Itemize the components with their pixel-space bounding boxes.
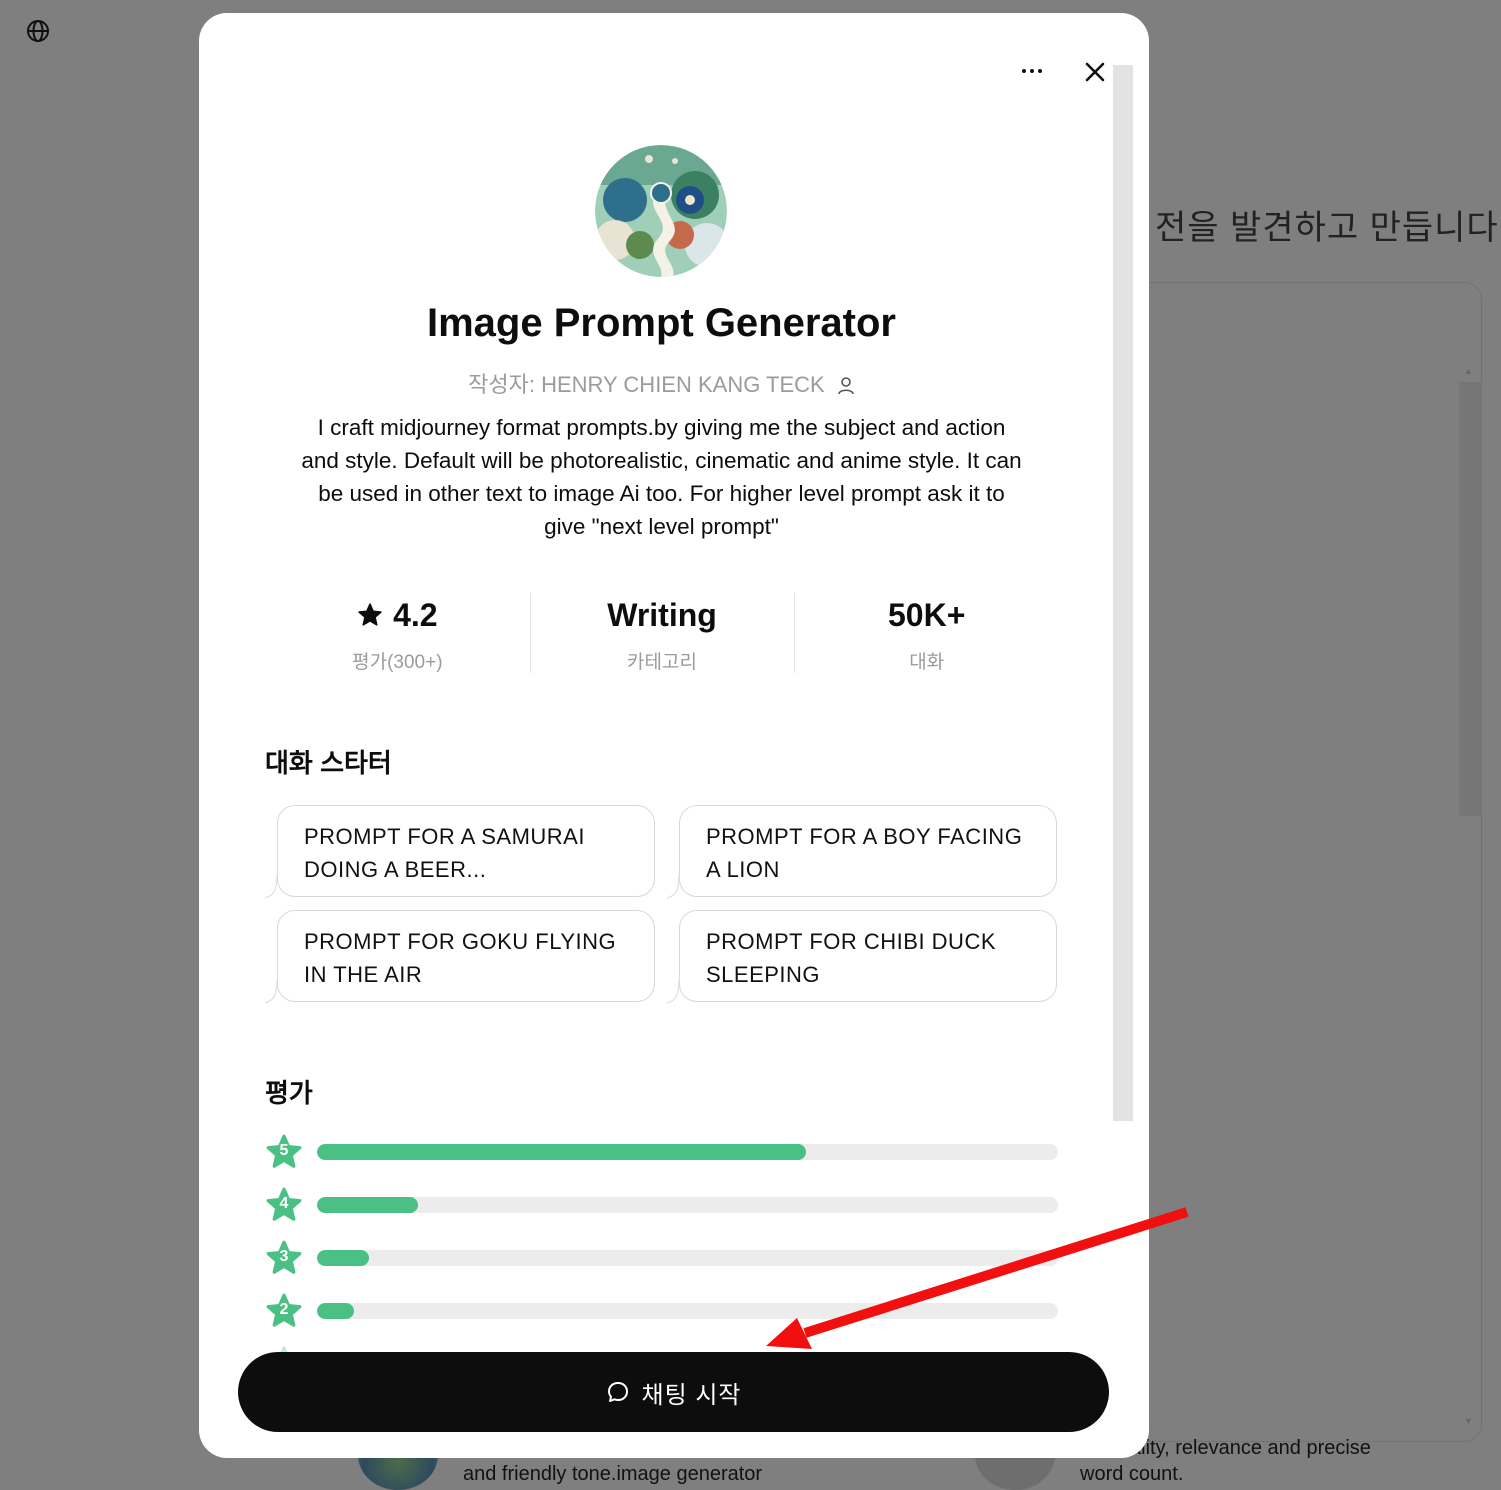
background-panel — [1110, 282, 1482, 1442]
more-options-button[interactable] — [1017, 58, 1047, 84]
stat-rating: 4.2 평가(300+) — [265, 593, 530, 675]
dot — [1030, 69, 1034, 73]
rating-row: 3 — [265, 1239, 1059, 1279]
rating-bar — [317, 1144, 1058, 1160]
gpt-detail-modal: Image Prompt Generator 작성자: HENRY CHIEN … — [199, 13, 1149, 1458]
starter-text[interactable]: PROMPT FOR A BOY FACING A LION — [679, 805, 1057, 897]
rating-star-number: 2 — [279, 1301, 289, 1318]
gpt-title: Image Prompt Generator — [426, 301, 896, 345]
rating-star-number: 3 — [279, 1248, 289, 1265]
stat-label: 평가(300+) — [352, 652, 443, 673]
stat-label: 카테고리 — [627, 652, 697, 673]
stat-value: Writing — [607, 597, 717, 633]
green-star-icon: 4 — [265, 1186, 303, 1224]
close-icon[interactable] — [1081, 58, 1109, 86]
gpt-author: 작성자: HENRY CHIEN KANG TECK — [199, 367, 1124, 399]
background-heading: 전을 발견하고 만듭니다. — [1155, 209, 1501, 247]
stat-category: Writing 카테고리 — [529, 593, 795, 675]
dot — [1038, 69, 1042, 73]
person-icon — [838, 377, 854, 395]
stat-label: 대화 — [909, 652, 945, 673]
green-star-icon: 3 — [265, 1239, 303, 1277]
stat-value: 4.2 — [393, 597, 438, 633]
rating-bar — [317, 1197, 1058, 1213]
rating-bar-fill — [317, 1144, 807, 1160]
stat-conversations: 50K+ 대화 — [794, 593, 1059, 675]
rating-bar — [317, 1250, 1058, 1266]
author-text: 작성자: HENRY CHIEN KANG TECK — [468, 372, 825, 397]
green-star-icon: 5 — [265, 1133, 303, 1171]
background-scroll-down-icon[interactable]: ▼ — [1464, 1416, 1473, 1426]
starter-item[interactable]: PROMPT FOR CHIBI DUCK SLEEPING — [667, 910, 1057, 1004]
starter-text[interactable]: PROMPT FOR CHIBI DUCK SLEEPING — [679, 910, 1057, 1002]
background-scrollbar[interactable] — [1459, 382, 1481, 816]
rating-row: 4 — [265, 1186, 1059, 1226]
starter-text[interactable]: PROMPT FOR GOKU FLYING IN THE AIR — [277, 910, 655, 1002]
globe-icon[interactable] — [26, 19, 50, 43]
gpt-description: I craft midjourney format prompts.by giv… — [301, 415, 1022, 539]
background-scroll-up-icon[interactable]: ▲ — [1464, 366, 1473, 376]
gpt-stats: 4.2 평가(300+) Writing 카테고리 50K+ 대화 — [265, 593, 1059, 675]
ratings-heading: 평가 — [265, 1078, 313, 1108]
rating-star-number: 4 — [279, 1195, 289, 1212]
starter-item[interactable]: PROMPT FOR GOKU FLYING IN THE AIR — [265, 910, 655, 1004]
background-card-description: and friendly tone.image generator — [463, 1463, 763, 1485]
dot — [1022, 69, 1026, 73]
rating-bar — [317, 1303, 1058, 1319]
start-chat-button[interactable]: 채팅 시작 — [238, 1352, 1109, 1432]
rating-bar-fill — [317, 1197, 418, 1213]
starter-item[interactable]: PROMPT FOR A SAMURAI DOING A BEER... — [265, 805, 655, 899]
modal-scrollbar-thumb[interactable] — [1113, 65, 1133, 1121]
gpt-avatar — [595, 145, 727, 277]
starter-text[interactable]: PROMPT FOR A SAMURAI DOING A BEER... — [277, 805, 655, 897]
chat-bubble-icon — [607, 1382, 628, 1402]
stat-value: 50K+ — [887, 597, 966, 633]
starters-heading: 대화 스타터 — [265, 748, 392, 778]
rating-bar-fill — [317, 1250, 369, 1266]
starter-item[interactable]: PROMPT FOR A BOY FACING A LION — [667, 805, 1057, 899]
background-card-description-line: word count. — [1080, 1463, 1184, 1485]
rating-bar-fill — [317, 1303, 355, 1319]
start-chat-label: 채팅 시작 — [641, 1381, 742, 1409]
rating-star-number: 5 — [279, 1142, 289, 1159]
rating-row: 5 — [265, 1133, 1059, 1173]
star-icon — [358, 603, 382, 626]
